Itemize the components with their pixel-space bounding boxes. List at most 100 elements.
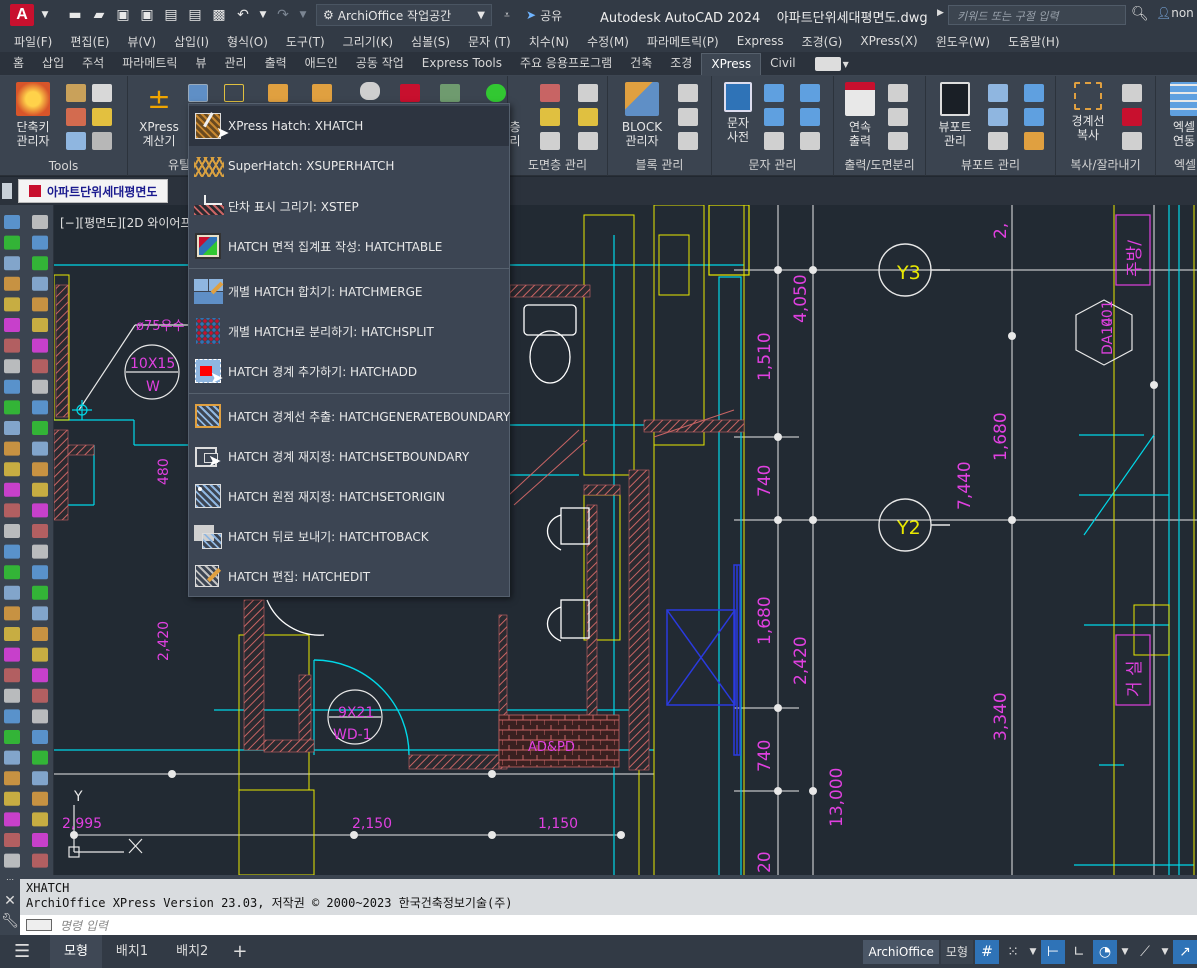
tab-view[interactable]: 뷰	[186, 53, 215, 75]
tab-xpress[interactable]: XPress	[701, 53, 762, 75]
dropdown-item[interactable]: 개별 HATCH로 분리하기: HATCHSPLIT	[189, 311, 509, 351]
layer-manager-button[interactable]: 층 리	[508, 120, 522, 148]
plot-pdf-icon[interactable]	[888, 84, 908, 102]
dimension2-icon[interactable]	[312, 84, 332, 102]
dropdown-item[interactable]: ➤ HATCH 경계 추가하기: HATCHADD	[189, 351, 509, 391]
toolbar-tool-icon[interactable]	[4, 771, 20, 786]
share-button[interactable]: ➤ 공유	[526, 7, 562, 24]
file-tabs-toggle[interactable]	[2, 183, 12, 199]
block-insert-icon[interactable]	[678, 84, 698, 102]
toolbar-tool-icon[interactable]	[4, 318, 20, 332]
polar-icon[interactable]: ◔	[1093, 940, 1117, 964]
wrench-icon[interactable]: 🔧︎	[0, 913, 20, 933]
text-case-icon[interactable]	[800, 84, 820, 102]
toolbar-tool-icon[interactable]	[4, 812, 20, 827]
tab-home[interactable]: 홈	[4, 53, 33, 75]
app-logo[interactable]: A	[10, 4, 34, 26]
menu-format[interactable]: 형식(O)	[218, 33, 277, 50]
toolbar-tool-icon[interactable]	[4, 482, 20, 497]
toolbar-tool-icon[interactable]	[32, 400, 48, 415]
toolbar-tool-icon[interactable]	[32, 379, 48, 394]
plot-list-icon[interactable]	[888, 132, 908, 150]
viewport-scale-icon[interactable]	[988, 132, 1008, 150]
toolbar-tool-icon[interactable]	[32, 482, 48, 497]
toolbar-tool-icon[interactable]	[4, 565, 20, 580]
toolbar-tool-icon[interactable]	[4, 544, 20, 559]
toolbar-tool-icon[interactable]	[4, 441, 20, 456]
toolbar-tool-icon[interactable]	[32, 421, 48, 435]
toolbar-tool-icon[interactable]	[32, 791, 48, 806]
toolbar-tool-icon[interactable]	[32, 215, 48, 229]
document-tab[interactable]: 아파트단위세대평면도	[18, 179, 169, 203]
toolbar-tool-icon[interactable]	[32, 441, 48, 456]
tab-featured-apps[interactable]: 주요 응용프로그램	[511, 53, 621, 75]
toolbar-tool-icon[interactable]	[4, 338, 20, 353]
toolbar-tool-icon[interactable]	[32, 297, 48, 312]
snap-dropdown-icon[interactable]: ▼	[1027, 940, 1039, 964]
text-style-icon[interactable]	[764, 132, 784, 150]
cloud-save-icon[interactable]: ▤	[186, 6, 204, 24]
command-prompt-icon[interactable]	[26, 919, 52, 931]
toolbar-tool-icon[interactable]	[32, 668, 48, 683]
block-delete-icon[interactable]	[678, 132, 698, 150]
command-input[interactable]: 명령 입력	[20, 915, 1197, 935]
layer-freeze-icon[interactable]	[540, 108, 560, 126]
text-number-icon[interactable]	[800, 132, 820, 150]
dropdown-item[interactable]: 개별 HATCH 합치기: HATCHMERGE	[189, 271, 509, 311]
tab-civil[interactable]: Civil	[761, 53, 804, 75]
user-account[interactable]: 👤︎non	[1156, 6, 1194, 20]
shortcut-manager-button[interactable]: 단축키 관리자	[10, 82, 56, 148]
dimension-icon[interactable]	[268, 84, 288, 102]
toolbar-tool-icon[interactable]	[32, 544, 48, 559]
tab-layout2[interactable]: 배치2	[162, 935, 222, 968]
mouse-icon[interactable]	[360, 82, 380, 100]
toolbar-tool-icon[interactable]	[4, 276, 20, 291]
dropdown-item[interactable]: ➤ HATCH 경계 재지정: HATCHSETBOUNDARY	[189, 436, 509, 476]
clip-icon[interactable]	[1122, 84, 1142, 102]
excel-link-button[interactable]: 엑셀 연동	[1164, 82, 1197, 148]
toolbar-tool-icon[interactable]	[32, 606, 48, 621]
toolbar-tool-icon[interactable]	[4, 462, 20, 477]
color-box-icon[interactable]	[400, 84, 420, 102]
layer-lock-icon[interactable]	[540, 132, 560, 150]
toolbar-tool-icon[interactable]	[4, 730, 20, 744]
toolbar-tool-icon[interactable]	[4, 524, 20, 538]
menu-symbol[interactable]: 심볼(S)	[402, 33, 459, 50]
menu-text[interactable]: 문자 (T)	[459, 33, 520, 50]
toolbar-tool-icon[interactable]	[4, 853, 20, 868]
toolbar-tool-icon[interactable]	[4, 359, 20, 374]
block-copy-icon[interactable]	[678, 108, 698, 126]
toolbar-tool-icon[interactable]	[32, 318, 48, 332]
toolbar-tool-icon[interactable]	[32, 503, 48, 518]
viewport-manager-button[interactable]: 뷰포트 관리	[930, 82, 980, 148]
isodraft-dropdown-icon[interactable]: ▼	[1159, 940, 1171, 964]
erase-tool-icon[interactable]	[92, 132, 112, 150]
workspace-select[interactable]: ⚙ ArchiOffice 작업공간 ▼	[316, 4, 492, 26]
viewport-align-icon[interactable]	[1024, 108, 1044, 126]
layer-people-icon[interactable]	[486, 84, 506, 102]
batch-plot-button[interactable]: 연속 출력	[840, 82, 880, 148]
toolbar-tool-icon[interactable]	[32, 709, 48, 724]
tab-output[interactable]: 출력	[256, 53, 296, 75]
arrow-tool-icon[interactable]	[224, 84, 244, 102]
toolbar-tool-icon[interactable]	[4, 379, 20, 394]
toolbar-tool-icon[interactable]	[4, 503, 20, 518]
dropdown-item[interactable]: SuperHatch: XSUPERHATCH	[189, 146, 509, 186]
toolbar-tool-icon[interactable]	[4, 668, 20, 683]
toolbar-tool-icon[interactable]	[4, 400, 20, 415]
close-icon[interactable]: ✕	[0, 893, 20, 913]
toolbar-tool-icon[interactable]	[32, 276, 48, 291]
toolbar-tool-icon[interactable]	[32, 359, 48, 374]
dropdown-item[interactable]: 단차 표시 그리기: XSTEP	[189, 186, 509, 226]
tab-express-tools[interactable]: Express Tools	[413, 53, 511, 75]
menu-tools[interactable]: 도구(T)	[277, 33, 334, 50]
ribbon-minimize-toggle[interactable]	[814, 57, 841, 71]
add-layout-icon[interactable]: +	[222, 941, 257, 962]
menu-xpress[interactable]: XPress(X)	[851, 34, 926, 48]
toolbar-tool-icon[interactable]	[4, 215, 20, 229]
xpress-calculator-button[interactable]: ± XPress 계산기	[134, 82, 184, 148]
grid-icon[interactable]: #	[975, 940, 999, 964]
snap-icon[interactable]: ⁙	[1001, 940, 1025, 964]
toolbar-tool-icon[interactable]	[32, 338, 48, 353]
tab-annotate[interactable]: 주석	[73, 53, 113, 75]
